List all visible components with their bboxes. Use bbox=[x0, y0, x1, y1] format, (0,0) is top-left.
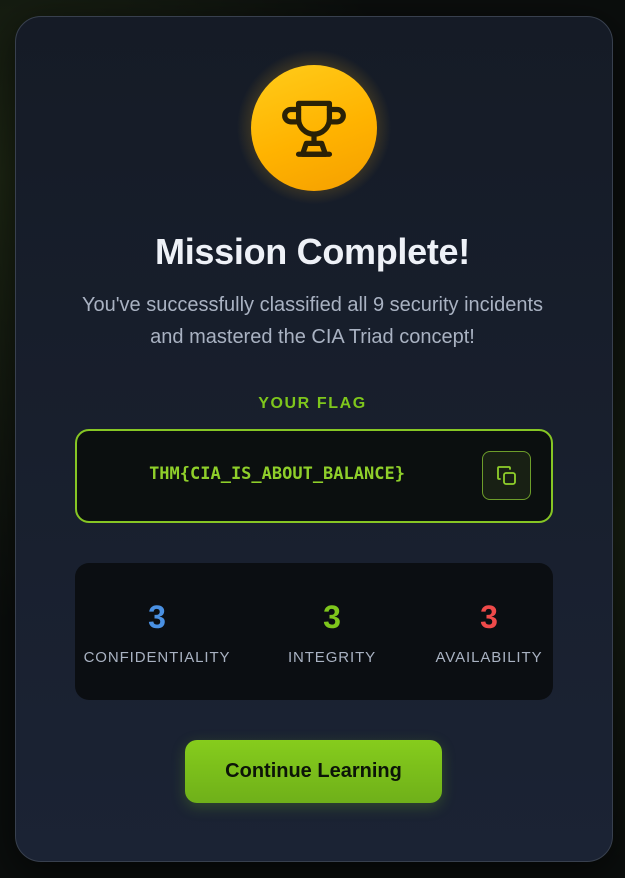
page-title: Mission Complete! bbox=[155, 231, 470, 272]
stat-value: 3 bbox=[323, 599, 341, 635]
cia-stats-panel: 3 CONFIDENTIALITY 3 INTEGRITY 3 AVAILABI… bbox=[75, 563, 553, 700]
trophy-icon bbox=[282, 100, 346, 157]
copy-icon bbox=[496, 465, 516, 485]
flag-label: YOUR FLAG bbox=[258, 395, 367, 412]
copy-flag-button[interactable] bbox=[482, 451, 531, 500]
stat-value: 3 bbox=[480, 599, 498, 635]
stat-label: AVAILABILITY bbox=[435, 649, 543, 666]
stat-label: INTEGRITY bbox=[287, 649, 377, 666]
stat-integrity: 3 INTEGRITY bbox=[247, 563, 417, 700]
stat-confidentiality: 3 CONFIDENTIALITY bbox=[72, 563, 242, 700]
stat-label: CONFIDENTIALITY bbox=[83, 649, 231, 666]
continue-learning-button[interactable]: Continue Learning bbox=[185, 740, 442, 803]
flag-box: THM{CIA_IS_ABOUT_BALANCE} bbox=[75, 429, 553, 523]
stat-value: 3 bbox=[148, 599, 166, 635]
trophy-badge bbox=[251, 65, 377, 191]
flag-value[interactable]: THM{CIA_IS_ABOUT_BALANCE} bbox=[77, 464, 477, 484]
completion-message: You've successfully classified all 9 sec… bbox=[81, 294, 544, 348]
stat-availability: 3 AVAILABILITY bbox=[404, 563, 574, 700]
